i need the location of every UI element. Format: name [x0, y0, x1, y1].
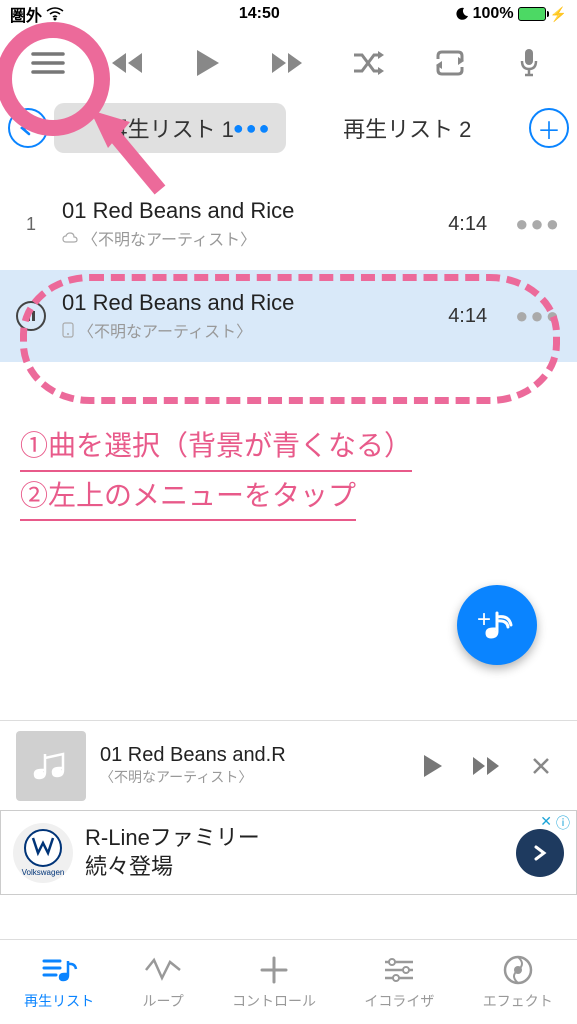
add-playlist-button[interactable]: ＋	[529, 108, 569, 148]
ad-line2: 続々登場	[85, 853, 504, 882]
track-artist-text: 〈不明なアーティスト〉	[78, 318, 252, 342]
nav-effect[interactable]: エフェクト	[483, 953, 553, 1011]
toolbar	[0, 28, 577, 98]
tab-label: 再生リスト 1	[106, 112, 234, 144]
nav-label: エフェクト	[483, 991, 553, 1011]
repeat-button[interactable]	[425, 39, 473, 87]
ad-info-icon[interactable]: ✕ⓘ	[540, 813, 570, 833]
next-button[interactable]	[264, 39, 312, 87]
track-title: 01 Red Beans and Rice	[62, 290, 432, 316]
mic-button[interactable]	[505, 39, 553, 87]
menu-button[interactable]	[24, 39, 72, 87]
tab-playlist-1[interactable]: 再生リスト 1 ●●●	[54, 103, 286, 153]
ad-line1: R-Lineファミリー	[85, 824, 504, 853]
track-row[interactable]: 01 Red Beans and Rice 〈不明なアーティスト〉 4:14 ●…	[0, 270, 577, 362]
nav-label: イコライザ	[364, 991, 434, 1011]
ad-arrow-button[interactable]	[516, 829, 564, 877]
playlist-tabs: 再生リスト 1 ●●● 再生リスト 2 ＋	[0, 98, 577, 158]
nav-control[interactable]: コントロール	[232, 953, 316, 1011]
track-artist-text: 〈不明なアーティスト〉	[82, 226, 256, 250]
shuffle-button[interactable]	[345, 39, 393, 87]
album-art-placeholder[interactable]	[16, 731, 86, 801]
device-icon	[62, 322, 74, 338]
battery-icon	[518, 7, 546, 21]
add-track-fab[interactable]: +	[457, 585, 537, 665]
tab-options-icon[interactable]: ●●●	[233, 118, 272, 139]
moon-icon	[455, 7, 469, 21]
back-button[interactable]	[8, 108, 48, 148]
track-index: 1	[16, 214, 46, 235]
status-bar: 圏外 14:50 100% ⚡	[0, 0, 577, 28]
now-playing-artist: 〈不明なアーティスト〉	[100, 767, 399, 787]
previous-button[interactable]	[104, 39, 152, 87]
tab-playlist-2[interactable]: 再生リスト 2	[292, 103, 524, 153]
ad-brand: Volkswagen	[22, 868, 65, 877]
cloud-icon	[62, 232, 78, 244]
battery-text: 100%	[473, 5, 514, 23]
nav-label: コントロール	[232, 991, 316, 1011]
track-title: 01 Red Beans and Rice	[62, 198, 432, 224]
track-list: 1 01 Red Beans and Rice 〈不明なアーティスト〉 4:14…	[0, 178, 577, 362]
annotation-line1: ①曲を選択（背景が青くなる）	[20, 422, 412, 472]
track-row[interactable]: 1 01 Red Beans and Rice 〈不明なアーティスト〉 4:14…	[0, 178, 577, 270]
carrier-text: 圏外	[10, 2, 42, 26]
bottom-nav: 再生リスト ループ コントロール イコライザ エフェクト	[0, 939, 577, 1024]
mini-play-button[interactable]	[413, 753, 453, 779]
nav-label: ループ	[143, 991, 184, 1011]
nav-loop[interactable]: ループ	[143, 953, 184, 1011]
clock-text: 14:50	[239, 5, 280, 23]
track-more-button[interactable]: ●●●	[515, 303, 561, 329]
nav-label: 再生リスト	[24, 991, 94, 1011]
tab-label: 再生リスト 2	[343, 112, 471, 144]
ad-banner[interactable]: ✕ⓘ Volkswagen R-Lineファミリー 続々登場	[0, 810, 577, 895]
annotation-line2: ②左上のメニューをタップ	[20, 472, 356, 522]
track-more-button[interactable]: ●●●	[515, 211, 561, 237]
charging-icon: ⚡	[550, 6, 567, 23]
nav-playlist[interactable]: 再生リスト	[24, 953, 94, 1011]
wifi-icon	[46, 7, 64, 21]
pause-icon[interactable]	[16, 301, 46, 331]
mini-next-button[interactable]	[467, 755, 507, 777]
now-playing-title: 01 Red Beans and.R	[100, 744, 399, 767]
track-duration: 4:14	[448, 213, 487, 236]
now-playing-bar: 01 Red Beans and.R 〈不明なアーティスト〉	[0, 720, 577, 810]
annotation-text: ①曲を選択（背景が青くなる） ②左上のメニューをタップ	[20, 422, 557, 521]
nav-equalizer[interactable]: イコライザ	[364, 953, 434, 1011]
ad-logo: Volkswagen	[13, 823, 73, 883]
track-duration: 4:14	[448, 305, 487, 328]
mini-close-button[interactable]	[521, 757, 561, 775]
play-button[interactable]	[184, 39, 232, 87]
